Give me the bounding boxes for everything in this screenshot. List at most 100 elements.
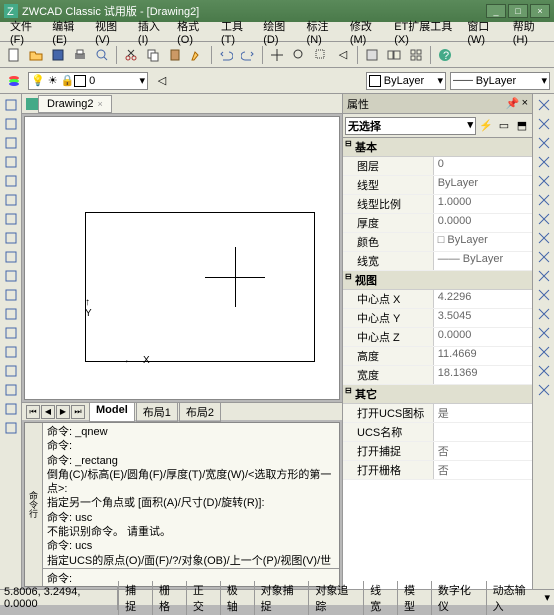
menu-item[interactable]: 文件(F) [4,16,46,48]
properties-icon[interactable] [362,45,382,65]
ellipse-icon[interactable] [1,248,21,266]
earc-icon[interactable] [1,267,21,285]
break-icon[interactable] [534,305,554,323]
pan-icon[interactable] [267,45,287,65]
design-center-icon[interactable] [384,45,404,65]
status-toggle[interactable]: 动态输入 [486,581,541,615]
menu-item[interactable]: 插入(I) [132,16,171,48]
new-icon[interactable] [4,45,24,65]
offset-icon[interactable] [534,153,554,171]
select-objects-icon[interactable]: ▭ [496,118,512,134]
property-row[interactable]: 图层0 [343,157,532,176]
menu-item[interactable]: ET扩展工具(X) [388,16,461,48]
point-icon[interactable] [1,305,21,323]
chamfer-icon[interactable] [534,343,554,361]
explode-icon[interactable] [534,381,554,399]
fillet-icon[interactable] [534,362,554,380]
layout-tab[interactable]: 布局2 [179,402,221,422]
menu-item[interactable]: 窗口(W) [461,16,506,48]
property-category[interactable]: 基本 [343,138,532,157]
close-panel-icon[interactable]: × [522,97,528,110]
zoom-prev-icon[interactable]: ◁ [333,45,353,65]
menu-item[interactable]: 工具(T) [215,16,257,48]
linetype-combo[interactable]: —— ByLayer▾ [450,72,550,90]
redo-icon[interactable] [238,45,258,65]
print-icon[interactable] [70,45,90,65]
rotate-icon[interactable] [534,210,554,228]
grad-icon[interactable] [1,343,21,361]
scale-icon[interactable] [534,229,554,247]
open-icon[interactable] [26,45,46,65]
status-toggle[interactable]: 栅格 [152,581,186,615]
trim-icon[interactable] [534,267,554,285]
zoom-icon[interactable] [289,45,309,65]
property-row[interactable]: 颜色□ ByLayer [343,233,532,252]
table-icon[interactable] [1,381,21,399]
pin-icon[interactable]: 📌 [506,97,520,110]
properties-grid[interactable]: 基本图层0线型ByLayer线型比例1.0000厚度0.0000颜色□ ByLa… [343,138,532,589]
close-icon[interactable]: × [97,99,102,109]
property-row[interactable]: 宽度18.1369 [343,366,532,385]
selection-combo[interactable]: 无选择▾ [345,117,476,135]
spline-icon[interactable] [1,229,21,247]
property-row[interactable]: 中心点 X4.2296 [343,290,532,309]
property-row[interactable]: 线型比例1.0000 [343,195,532,214]
status-toggle[interactable]: 对象捕捉 [254,581,309,615]
property-row[interactable]: UCS名称 [343,423,532,442]
property-row[interactable]: 打开栅格否 [343,461,532,480]
undo-icon[interactable] [216,45,236,65]
menu-item[interactable]: 标注(N) [301,16,344,48]
paste-icon[interactable] [165,45,185,65]
text-icon[interactable] [1,400,21,418]
property-row[interactable]: 高度11.4669 [343,347,532,366]
property-row[interactable]: 线宽—— ByLayer [343,252,532,271]
region-icon[interactable] [1,362,21,380]
copy-icon[interactable] [534,115,554,133]
status-toggle[interactable]: 模型 [397,581,431,615]
help-icon[interactable]: ? [435,45,455,65]
menu-item[interactable]: 修改(M) [344,16,388,48]
join-icon[interactable] [534,324,554,342]
drawing-canvas[interactable]: ↑Y → X [24,116,340,400]
status-toggle[interactable]: 对象追踪 [308,581,363,615]
layer-prev-icon[interactable]: ◁ [152,71,172,91]
tab-last-button[interactable]: ⏭ [71,405,85,419]
layout-tab[interactable]: 布局1 [136,402,178,422]
command-history[interactable]: 命令: _qnew 命令: 命令: _rectang 倒角(C)/标高(E)/圆… [43,423,339,568]
property-category[interactable]: 其它 [343,385,532,404]
color-combo[interactable]: ByLayer▾ [366,72,446,90]
property-row[interactable]: 中心点 Z0.0000 [343,328,532,347]
extend-icon[interactable] [534,286,554,304]
layer-manager-icon[interactable] [4,71,24,91]
cloud-icon[interactable] [1,210,21,228]
property-row[interactable]: 线型ByLayer [343,176,532,195]
quick-select-icon[interactable]: ⚡ [478,118,494,134]
status-toggle[interactable]: 数字化仪 [431,581,486,615]
polygon-icon[interactable] [1,134,21,152]
copy-icon[interactable] [143,45,163,65]
property-row[interactable]: 厚度0.0000 [343,214,532,233]
block-icon[interactable] [1,286,21,304]
mtext-icon[interactable] [1,419,21,437]
status-toggle[interactable]: 捕捉 [118,581,152,615]
menu-item[interactable]: 编辑(E) [46,16,89,48]
rect-icon[interactable] [1,153,21,171]
tool-palette-icon[interactable] [406,45,426,65]
hatch-icon[interactable] [1,324,21,342]
layout-tab[interactable]: Model [89,402,135,422]
menu-item[interactable]: 格式(O) [171,16,215,48]
match-icon[interactable] [187,45,207,65]
zoom-window-icon[interactable] [311,45,331,65]
menu-item[interactable]: 绘图(D) [257,16,300,48]
tab-first-button[interactable]: ⏮ [26,405,40,419]
preview-icon[interactable] [92,45,112,65]
status-toggle[interactable]: 正交 [186,581,220,615]
line-icon[interactable] [1,96,21,114]
array-icon[interactable] [534,172,554,190]
mirror-icon[interactable] [534,134,554,152]
property-row[interactable]: 打开UCS图标是 [343,404,532,423]
tab-prev-button[interactable]: ◀ [41,405,55,419]
toggle-pim-icon[interactable]: ⬒ [514,118,530,134]
property-row[interactable]: 打开捕捉否 [343,442,532,461]
cut-icon[interactable] [121,45,141,65]
